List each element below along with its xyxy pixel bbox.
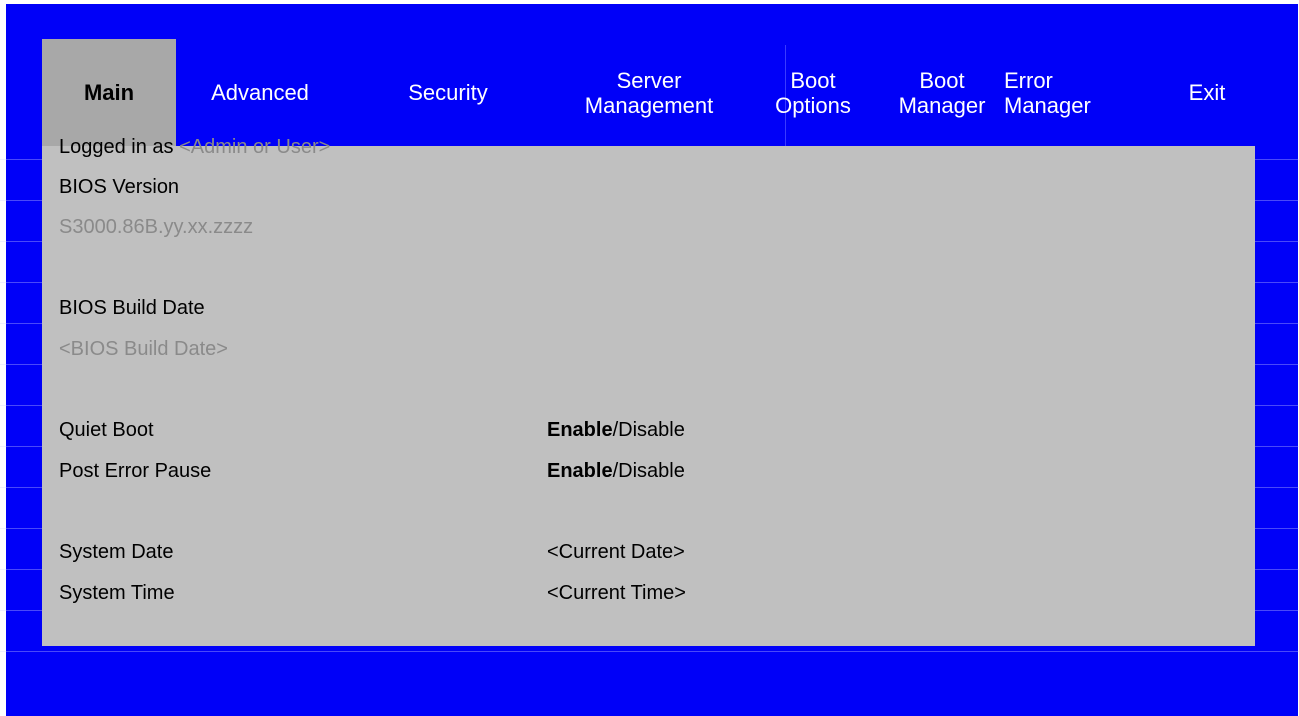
tab-boot-manager[interactable]: Boot Manager <box>885 39 999 146</box>
tab-error-manager[interactable]: Error Manager <box>1002 39 1124 146</box>
post-error-pause-alt: /Disable <box>612 460 685 482</box>
system-date-value[interactable]: <Current Date> <box>547 540 685 564</box>
tab-security[interactable]: Security <box>378 39 518 146</box>
tab-advanced-label: Advanced <box>211 80 309 105</box>
tab-boot-manager-label: Boot Manager <box>898 67 986 118</box>
logged-in-row: Logged in as <Admin or User> <box>59 135 330 159</box>
tab-server-management-label: Server Management <box>584 67 714 118</box>
tab-boot-options[interactable]: Boot Options <box>757 39 869 146</box>
tab-exit[interactable]: Exit <box>1172 39 1242 146</box>
post-error-pause-selected: Enable <box>547 460 613 482</box>
tab-server-management[interactable]: Server Management <box>544 39 754 146</box>
tab-exit-label: Exit <box>1188 80 1226 105</box>
quiet-boot-setting[interactable]: Enable/Disable <box>547 418 685 442</box>
system-date-label: System Date <box>59 541 174 563</box>
logged-in-value: <Admin or User> <box>179 136 331 158</box>
system-time-label: System Time <box>59 582 175 604</box>
bios-version-label: BIOS Version <box>59 176 180 198</box>
tab-main[interactable]: Main <box>42 39 176 146</box>
system-time-value[interactable]: <Current Time> <box>547 581 686 605</box>
bios-build-date-label: BIOS Build Date <box>59 297 205 319</box>
tab-error-manager-label: Error Manager <box>1004 67 1091 118</box>
bios-version-value: S3000.86B.yy.xx.zzzz <box>59 216 254 238</box>
quiet-boot-label: Quiet Boot <box>59 419 154 441</box>
tab-advanced[interactable]: Advanced <box>176 39 344 146</box>
tab-boot-options-label: Boot Options <box>775 67 851 118</box>
logged-in-label: Logged in as <box>59 136 174 158</box>
quiet-boot-alt: /Disable <box>612 419 685 441</box>
bios-build-date-value: <BIOS Build Date> <box>59 338 228 360</box>
post-error-pause-label: Post Error Pause <box>59 460 212 482</box>
post-error-pause-setting[interactable]: Enable/Disable <box>547 459 685 483</box>
tab-main-label: Main <box>83 80 135 105</box>
menu-tab-bar: Main Advanced Security Server Management… <box>42 39 1255 147</box>
tab-security-label: Security <box>408 80 488 105</box>
quiet-boot-selected: Enable <box>547 419 613 441</box>
scanline <box>0 651 1299 652</box>
